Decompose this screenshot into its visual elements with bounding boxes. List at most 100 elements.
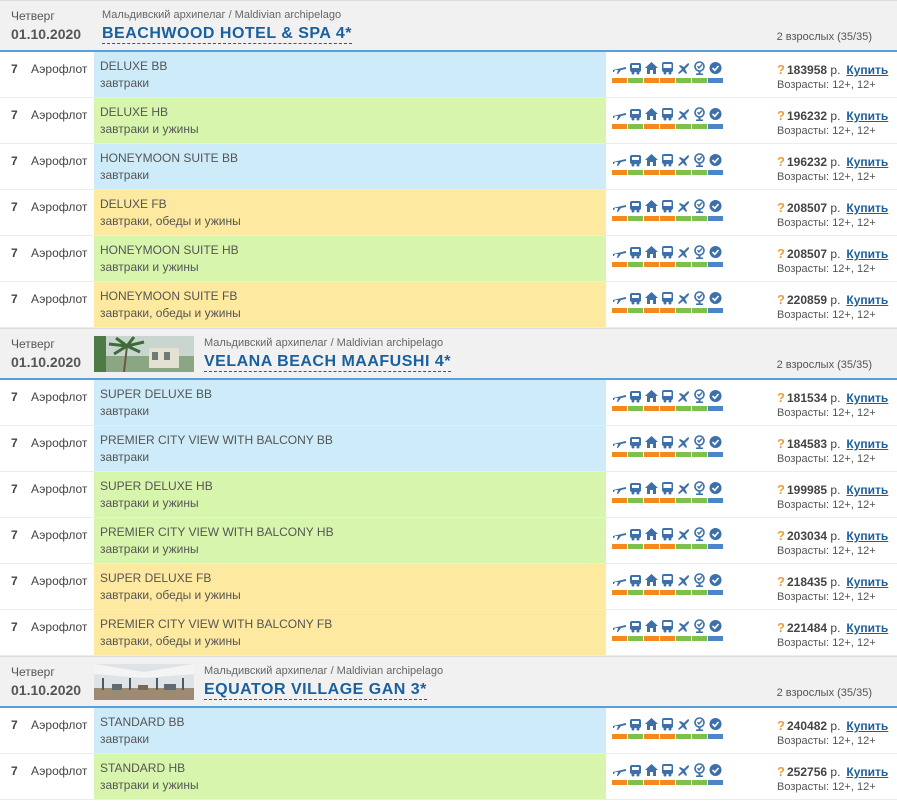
price-info-icon[interactable]: ? (777, 200, 787, 215)
service-item[interactable] (692, 573, 707, 595)
service-item[interactable] (628, 435, 643, 457)
service-item[interactable] (676, 61, 691, 83)
service-item[interactable] (708, 527, 723, 549)
service-item[interactable] (708, 717, 723, 739)
service-item[interactable] (676, 717, 691, 739)
service-item[interactable] (612, 435, 627, 457)
hotel-name-link[interactable]: EQUATOR VILLAGE GAN 3* (204, 681, 427, 700)
buy-link[interactable]: Купить (846, 719, 888, 733)
service-item[interactable] (660, 107, 675, 129)
service-item[interactable] (612, 153, 627, 175)
service-item[interactable] (628, 481, 643, 503)
service-item[interactable] (644, 199, 659, 221)
service-item[interactable] (676, 107, 691, 129)
price-info-icon[interactable]: ? (777, 108, 787, 123)
service-item[interactable] (612, 481, 627, 503)
service-item[interactable] (612, 573, 627, 595)
service-item[interactable] (612, 291, 627, 313)
service-item[interactable] (676, 619, 691, 641)
service-item[interactable] (628, 153, 643, 175)
service-item[interactable] (676, 389, 691, 411)
service-item[interactable] (692, 717, 707, 739)
service-item[interactable] (708, 107, 723, 129)
price-info-icon[interactable]: ? (777, 246, 787, 261)
service-item[interactable] (708, 389, 723, 411)
service-item[interactable] (628, 619, 643, 641)
service-item[interactable] (676, 245, 691, 267)
service-item[interactable] (708, 61, 723, 83)
service-item[interactable] (708, 199, 723, 221)
service-item[interactable] (660, 481, 675, 503)
service-item[interactable] (612, 527, 627, 549)
price-info-icon[interactable]: ? (777, 292, 787, 307)
service-item[interactable] (692, 527, 707, 549)
service-item[interactable] (628, 199, 643, 221)
service-item[interactable] (708, 245, 723, 267)
service-item[interactable] (660, 153, 675, 175)
service-item[interactable] (676, 527, 691, 549)
service-item[interactable] (660, 245, 675, 267)
service-item[interactable] (676, 435, 691, 457)
service-item[interactable] (692, 619, 707, 641)
service-item[interactable] (644, 481, 659, 503)
service-item[interactable] (628, 61, 643, 83)
price-info-icon[interactable]: ? (777, 574, 787, 589)
service-item[interactable] (692, 291, 707, 313)
service-item[interactable] (708, 573, 723, 595)
price-info-icon[interactable]: ? (777, 436, 787, 451)
service-item[interactable] (708, 435, 723, 457)
service-item[interactable] (644, 619, 659, 641)
buy-link[interactable]: Купить (846, 621, 888, 635)
price-info-icon[interactable]: ? (777, 620, 787, 635)
service-item[interactable] (676, 763, 691, 785)
hotel-photo[interactable] (94, 664, 194, 700)
service-item[interactable] (660, 435, 675, 457)
service-item[interactable] (644, 389, 659, 411)
service-item[interactable] (708, 481, 723, 503)
service-item[interactable] (644, 153, 659, 175)
service-item[interactable] (692, 481, 707, 503)
service-item[interactable] (660, 389, 675, 411)
buy-link[interactable]: Купить (846, 529, 888, 543)
service-item[interactable] (692, 389, 707, 411)
service-item[interactable] (660, 619, 675, 641)
buy-link[interactable]: Купить (846, 391, 888, 405)
buy-link[interactable]: Купить (846, 765, 888, 779)
service-item[interactable] (644, 291, 659, 313)
buy-link[interactable]: Купить (846, 155, 888, 169)
service-item[interactable] (628, 573, 643, 595)
service-item[interactable] (644, 763, 659, 785)
price-info-icon[interactable]: ? (777, 764, 787, 779)
service-item[interactable] (612, 389, 627, 411)
service-item[interactable] (708, 763, 723, 785)
buy-link[interactable]: Купить (846, 247, 888, 261)
service-item[interactable] (660, 527, 675, 549)
service-item[interactable] (612, 199, 627, 221)
service-item[interactable] (692, 199, 707, 221)
service-item[interactable] (676, 573, 691, 595)
service-item[interactable] (708, 153, 723, 175)
service-item[interactable] (692, 763, 707, 785)
service-item[interactable] (692, 61, 707, 83)
service-item[interactable] (628, 107, 643, 129)
service-item[interactable] (644, 245, 659, 267)
buy-link[interactable]: Купить (846, 63, 888, 77)
service-item[interactable] (644, 717, 659, 739)
service-item[interactable] (660, 61, 675, 83)
service-item[interactable] (612, 619, 627, 641)
price-info-icon[interactable]: ? (777, 154, 787, 169)
service-item[interactable] (708, 619, 723, 641)
price-info-icon[interactable]: ? (777, 390, 787, 405)
service-item[interactable] (676, 153, 691, 175)
service-item[interactable] (692, 245, 707, 267)
service-item[interactable] (692, 107, 707, 129)
service-item[interactable] (612, 717, 627, 739)
service-item[interactable] (692, 153, 707, 175)
buy-link[interactable]: Купить (846, 575, 888, 589)
service-item[interactable] (692, 435, 707, 457)
service-item[interactable] (676, 199, 691, 221)
service-item[interactable] (628, 527, 643, 549)
buy-link[interactable]: Купить (846, 109, 888, 123)
buy-link[interactable]: Купить (846, 201, 888, 215)
service-item[interactable] (644, 435, 659, 457)
